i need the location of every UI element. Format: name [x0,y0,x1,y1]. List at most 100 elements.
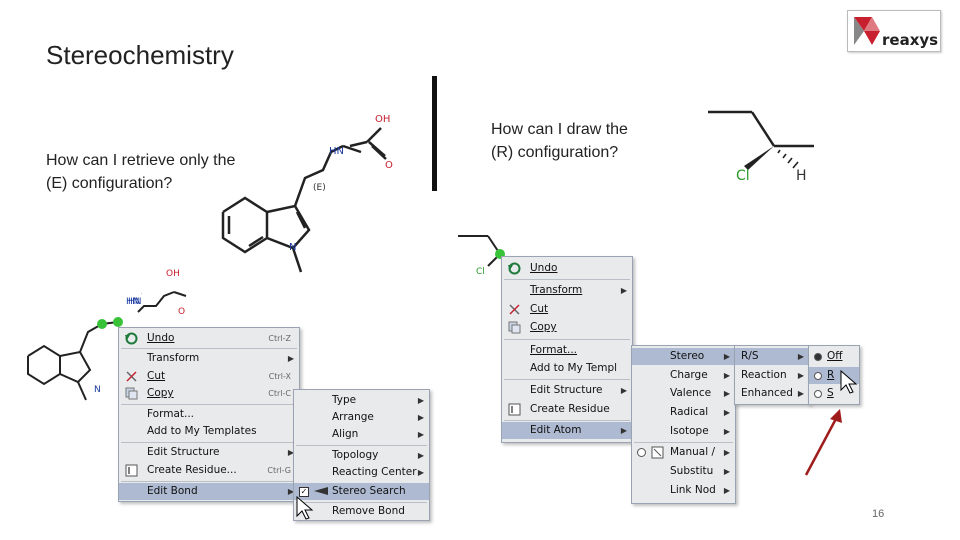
copy-icon [508,321,521,334]
mouse-cursor-icon [296,496,314,520]
menu-create-residue[interactable]: Create Residue [502,401,632,418]
submenu-arrow-icon: ▶ [620,426,627,435]
radio-icon[interactable] [814,372,822,380]
residue-icon [508,403,521,416]
page-number: 16 [872,508,885,520]
menu-edit-structure-label: Edit Structure [530,384,603,396]
menu-add-templates-label: Add to My Templ [530,362,618,374]
submenu-arrange[interactable]: Arrange ▶ [294,409,429,426]
menu-create-residue-label: Create Residue [530,403,610,415]
right-question-line-1: How can I draw the [491,121,628,138]
menu-separator [504,279,630,280]
menu-cut-label: Cut [530,303,549,315]
radio-selected-icon[interactable] [814,353,822,361]
submenu-substituent-label: Substitu [670,465,714,477]
residue-icon [125,464,138,477]
menu-copy-shortcut: Ctrl-C [268,389,291,398]
undo-icon [508,262,521,275]
menu-copy[interactable]: Copy [502,319,632,336]
oh-label: OH [375,114,390,125]
menu-separator [504,339,630,340]
submenu-charge-label: Charge [670,369,708,381]
submenu-arrow-icon: ▶ [723,352,730,361]
submenu-radical-label: Radical [670,406,709,418]
right-question: How can I draw the (R) configuration? [491,118,628,164]
submenu-link-node[interactable]: Link Nod ▶ [632,482,735,499]
cl-label: Cl [736,168,750,184]
submenu-charge[interactable]: Charge ▶ [632,367,735,384]
submenu-radical[interactable]: Radical ▶ [632,404,735,421]
submenu-manual[interactable]: Manual / ▶ [632,444,735,461]
menu-transform[interactable]: Transform ▶ [119,350,299,367]
submenu-align-label: Align [332,428,359,440]
logo-word: reaxys [882,31,939,49]
submenu-arrow-icon: ▶ [723,427,730,436]
menu-add-templates[interactable]: Add to My Templ [502,360,632,377]
submenu-stereo-search-label: Stereo Search [332,485,406,497]
submenu-stereo[interactable]: Stereo ▶ [632,348,735,365]
submenu-enhanced[interactable]: Enhanced ▶ [735,385,809,402]
submenu-stereo-search[interactable]: ✓ Stereo Search [294,483,429,500]
rs-option-r-label: R [827,369,835,381]
submenu-topology[interactable]: Topology ▶ [294,447,429,464]
submenu-arrow-icon: ▶ [620,286,627,295]
submenu-reacting-center-label: Reacting Center [332,466,417,478]
n-label: N [289,242,296,253]
rs-option-s-label: S [827,387,834,399]
structure-small-right: Cl [458,235,505,277]
menu-undo-shortcut: Ctrl-Z [268,334,291,343]
submenu-reacting-center[interactable]: Reacting Center ▶ [294,464,429,481]
vertical-divider [432,76,437,191]
submenu-type[interactable]: Type ▶ [294,392,429,409]
submenu-rs-label: R/S [741,350,759,362]
menu-add-templates-label: Add to My Templates [147,425,257,437]
submenu-arrow-icon: ▶ [417,396,424,405]
radio-icon[interactable] [637,448,646,457]
menu-cut[interactable]: Cut [502,301,632,318]
menu-edit-structure[interactable]: Edit Structure ▶ [119,444,299,461]
menu-transform[interactable]: Transform ▶ [502,282,632,299]
menu-separator [504,420,630,421]
submenu-isotope[interactable]: Isotope ▶ [632,423,735,440]
menu-cut[interactable]: Cut Ctrl-X [119,368,299,385]
menu-edit-atom[interactable]: Edit Atom ▶ [502,422,632,439]
menu-format[interactable]: Format... [119,406,299,423]
menu-copy-label: Copy [530,321,557,333]
menu-cut-shortcut: Ctrl-X [268,372,291,381]
submenu-arrow-icon: ▶ [723,486,730,495]
copy-icon [125,387,138,400]
menu-edit-bond[interactable]: Edit Bond ▶ [119,483,299,500]
menu-undo[interactable]: Undo Ctrl-Z [119,330,299,347]
submenu-arrow-icon: ▶ [723,371,730,380]
menu-format-label: Format... [147,408,195,420]
menu-separator [121,442,297,443]
menu-edit-structure[interactable]: Edit Structure ▶ [502,382,632,399]
menu-format[interactable]: Format... [502,342,632,359]
submenu-rs[interactable]: R/S ▶ [735,348,809,365]
menu-undo-label: Undo [147,332,175,344]
small-n-label: N [94,385,101,395]
indole-structure-large: OH HN O N (E) [221,114,393,273]
menu-copy[interactable]: Copy Ctrl-C [119,385,299,402]
submenu-substituent[interactable]: Substitu ▶ [632,463,735,480]
submenu-topology-label: Topology [332,449,379,461]
submenu-enhanced-label: Enhanced [741,387,793,399]
submenu-arrow-icon: ▶ [797,389,804,398]
rs-option-off[interactable]: Off [809,348,859,365]
submenu-arrow-icon: ▶ [723,408,730,417]
radio-icon[interactable] [814,390,822,398]
submenu-align[interactable]: Align ▶ [294,426,429,443]
submenu-remove-bond[interactable]: Remove Bond [294,503,429,520]
submenu-reaction[interactable]: Reaction ▶ [735,367,809,384]
menu-add-templates[interactable]: Add to My Templates [119,423,299,440]
menu-separator [634,442,733,443]
menu-copy-label: Copy [147,387,174,399]
structure-tail-small: OH HN O [128,269,187,317]
submenu-link-node-label: Link Nod [670,484,716,496]
menu-undo[interactable]: Undo [502,260,632,277]
submenu-valence[interactable]: Valence ▶ [632,385,735,402]
menu-create-residue[interactable]: Create Residue... Ctrl-G [119,462,299,479]
submenu-arrow-icon: ▶ [723,448,730,457]
e-label: (E) [313,183,326,193]
submenu-arrow-icon: ▶ [620,386,627,395]
